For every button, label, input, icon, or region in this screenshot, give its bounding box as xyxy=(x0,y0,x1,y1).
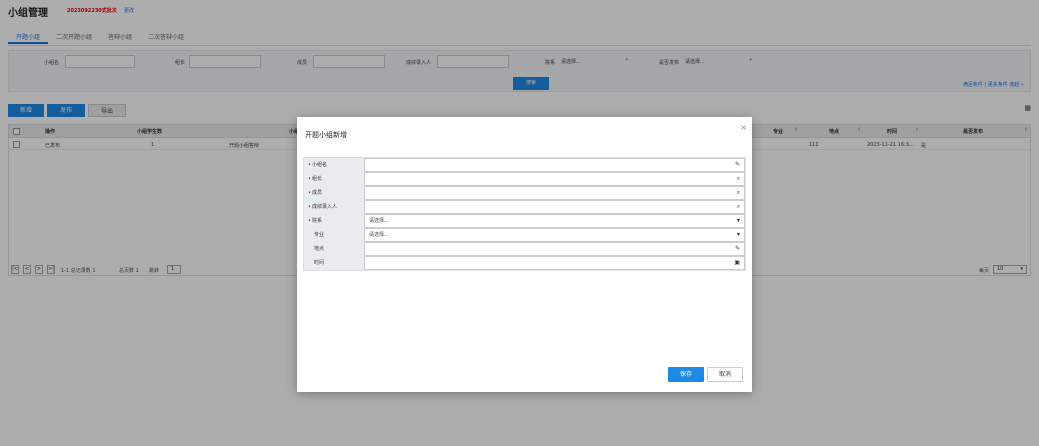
group-name-field[interactable]: ✎ xyxy=(364,158,745,172)
form-row-members: •成员 ⌕ xyxy=(304,186,745,200)
form-row-group-name: •小组名 ✎ xyxy=(304,158,745,172)
chevron-down-icon: ▾ xyxy=(736,231,740,238)
location-field[interactable]: ✎ xyxy=(364,242,745,256)
search-icon[interactable]: ⌕ xyxy=(737,187,740,199)
dialog-title: 开题小组新增 xyxy=(305,131,347,139)
add-group-dialog: 开题小组新增 × •小组名 ✎ •组长 ⌕ •成员 ⌕ •成绩录入人 ⌕ •院系… xyxy=(297,117,752,392)
field-label: •成员 xyxy=(304,186,364,200)
field-label: •组长 xyxy=(304,172,364,186)
form-row-location: 地点 ✎ xyxy=(304,242,745,256)
form-row-major: 专业 请选择... ▾ xyxy=(304,228,745,242)
search-icon[interactable]: ⌕ xyxy=(737,201,740,213)
save-button[interactable]: 保存 xyxy=(668,367,704,382)
department-select[interactable]: 请选择... ▾ xyxy=(364,214,745,228)
grade-entry-field[interactable]: ⌕ xyxy=(364,200,745,214)
close-icon[interactable]: × xyxy=(740,123,747,132)
add-group-form: •小组名 ✎ •组长 ⌕ •成员 ⌕ •成绩录入人 ⌕ •院系 请选择... ▾ … xyxy=(303,157,746,271)
major-select[interactable]: 请选择... ▾ xyxy=(364,228,745,242)
field-label: •院系 xyxy=(304,214,364,228)
calendar-icon[interactable]: ▣ xyxy=(734,257,740,269)
pencil-icon: ✎ xyxy=(734,245,740,252)
field-label: 专业 xyxy=(304,228,364,242)
leader-field[interactable]: ⌕ xyxy=(364,172,745,186)
form-row-department: •院系 请选择... ▾ xyxy=(304,214,745,228)
field-label: •小组名 xyxy=(304,158,364,172)
search-icon[interactable]: ⌕ xyxy=(737,173,740,185)
members-field[interactable]: ⌕ xyxy=(364,186,745,200)
field-label: 地点 xyxy=(304,242,364,256)
time-field[interactable]: ▣ xyxy=(364,256,745,270)
field-label: 时间 xyxy=(304,256,364,270)
field-label: •成绩录入人 xyxy=(304,200,364,214)
chevron-down-icon: ▾ xyxy=(736,217,740,224)
form-row-time: 时间 ▣ xyxy=(304,256,745,270)
form-row-leader: •组长 ⌕ xyxy=(304,172,745,186)
form-row-grade-entry: •成绩录入人 ⌕ xyxy=(304,200,745,214)
cancel-button[interactable]: 取消 xyxy=(707,367,743,382)
pencil-icon: ✎ xyxy=(734,161,740,168)
